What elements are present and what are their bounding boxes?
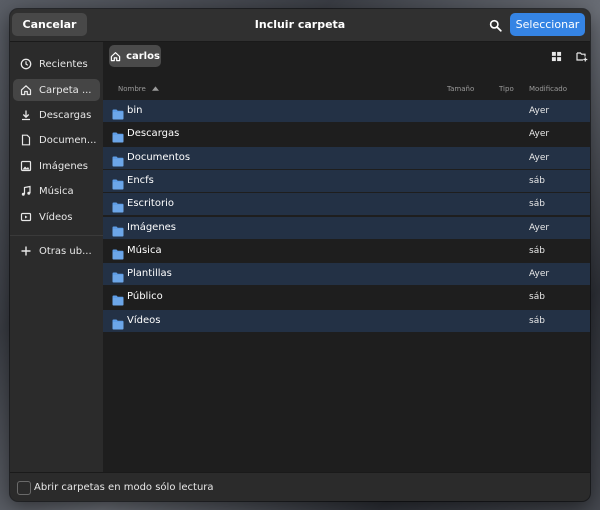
file-name: bin — [127, 105, 143, 116]
search-icon — [489, 19, 502, 32]
file-row[interactable]: Escritorio sáb — [103, 193, 590, 217]
sidebar-item-musica[interactable]: Música — [13, 180, 100, 202]
header-bar: Cancelar Incluir carpeta Seleccionar — [10, 9, 590, 42]
folder-icon — [112, 315, 124, 334]
file-modified: Ayer — [529, 152, 550, 163]
column-name-label: Nombre — [118, 85, 146, 93]
file-modified: Ayer — [529, 269, 550, 280]
file-modified: Ayer — [529, 106, 550, 116]
file-modified: sáb — [529, 315, 545, 326]
file-row[interactable]: Público sáb — [103, 286, 590, 308]
file-name: Documentos — [127, 151, 191, 163]
file-row[interactable]: Plantillas Ayer — [103, 263, 590, 287]
file-name: Vídeos — [127, 314, 161, 326]
music-icon — [20, 185, 32, 197]
file-name: Escritorio — [127, 198, 174, 210]
sidebar-item-label: Vídeos — [39, 211, 73, 223]
readonly-checkbox-label[interactable]: Abrir carpetas en modo sólo lectura — [34, 473, 214, 501]
dialog-title: Incluir carpeta — [254, 18, 346, 31]
sidebar-item-imagenes[interactable]: Imágenes — [13, 155, 100, 177]
sidebar-item-label: Carpeta ... — [39, 84, 92, 96]
sidebar-item-label: Imágenes — [39, 160, 89, 172]
file-modified: Ayer — [529, 222, 550, 233]
cancel-button[interactable]: Cancelar — [12, 13, 87, 36]
home-icon — [20, 84, 32, 96]
image-icon — [20, 160, 32, 172]
footer-bar: Abrir carpetas en modo sólo lectura — [10, 472, 590, 501]
file-row[interactable]: bin Ayer — [103, 100, 590, 122]
pathbar-label: carlos — [126, 50, 160, 62]
file-row[interactable]: Encfs sáb — [103, 169, 590, 194]
file-name: Imágenes — [127, 221, 177, 233]
file-list-pane: carlos Nombre Tamaño Tipo Modificado bin… — [103, 42, 590, 472]
folder-icon — [112, 291, 124, 310]
column-header-modified[interactable]: Modificado — [529, 85, 567, 93]
file-row[interactable]: Descargas Ayer — [103, 123, 590, 145]
folder-icon — [112, 198, 124, 217]
grid-view-button[interactable] — [549, 49, 563, 63]
grid-view-icon — [551, 51, 561, 61]
sidebar-item-documentos[interactable]: Documen... — [13, 129, 100, 151]
pathbar-home-button[interactable]: carlos — [109, 45, 161, 67]
folder-icon — [112, 152, 124, 171]
file-modified: Ayer — [529, 129, 550, 140]
file-row[interactable]: Imágenes Ayer — [103, 216, 590, 241]
readonly-checkbox[interactable] — [17, 481, 31, 495]
video-icon — [20, 211, 32, 223]
download-icon — [20, 109, 32, 121]
sidebar-item-label: Descargas — [39, 109, 92, 121]
file-name: Descargas — [127, 128, 180, 140]
file-modified: sáb — [529, 292, 545, 303]
sidebar: Recientes Carpeta ... Descargas Documen.… — [10, 42, 103, 472]
folder-icon — [112, 175, 124, 194]
search-button[interactable] — [485, 15, 505, 35]
column-header-size[interactable]: Tamaño — [447, 85, 474, 93]
home-icon — [110, 51, 121, 62]
sidebar-item-descargas[interactable]: Descargas — [13, 104, 100, 126]
new-folder-button[interactable] — [575, 49, 589, 63]
sidebar-item-videos[interactable]: Vídeos — [13, 206, 100, 228]
file-row[interactable]: Documentos Ayer — [103, 146, 590, 171]
file-modified: sáb — [529, 245, 545, 256]
sidebar-item-home[interactable]: Carpeta ... — [13, 79, 100, 101]
document-icon — [20, 134, 32, 146]
select-button[interactable]: Seleccionar — [510, 13, 585, 36]
file-modified: sáb — [529, 199, 545, 210]
column-header-name[interactable]: Nombre — [118, 85, 160, 93]
file-name: Plantillas — [127, 268, 172, 280]
folder-icon — [112, 128, 124, 147]
folder-icon — [112, 245, 124, 264]
folder-icon — [112, 268, 124, 287]
file-name: Público — [127, 291, 163, 303]
sidebar-item-label: Recientes — [39, 58, 88, 70]
folder-icon — [112, 105, 124, 124]
file-row[interactable]: Vídeos sáb — [103, 309, 590, 334]
sidebar-item-label: Música — [39, 185, 74, 197]
plus-icon — [20, 245, 32, 257]
sidebar-item-label: Otras ub... — [39, 245, 92, 257]
sidebar-item-label: Documen... — [39, 134, 97, 146]
new-folder-icon — [576, 52, 588, 62]
sort-ascending-icon — [152, 86, 160, 91]
file-name: Encfs — [127, 174, 154, 186]
sidebar-item-other-locations[interactable]: Otras ub... — [13, 240, 100, 262]
folder-icon — [112, 222, 124, 241]
file-modified: sáb — [529, 175, 545, 186]
clock-icon — [20, 58, 32, 70]
sidebar-divider — [10, 235, 103, 236]
column-header-type[interactable]: Tipo — [499, 85, 514, 93]
file-row[interactable]: Música sáb — [103, 240, 590, 262]
file-chooser-dialog: Cancelar Incluir carpeta Seleccionar Rec… — [10, 9, 590, 501]
file-name: Música — [127, 244, 162, 256]
sidebar-item-recientes[interactable]: Recientes — [13, 53, 100, 75]
